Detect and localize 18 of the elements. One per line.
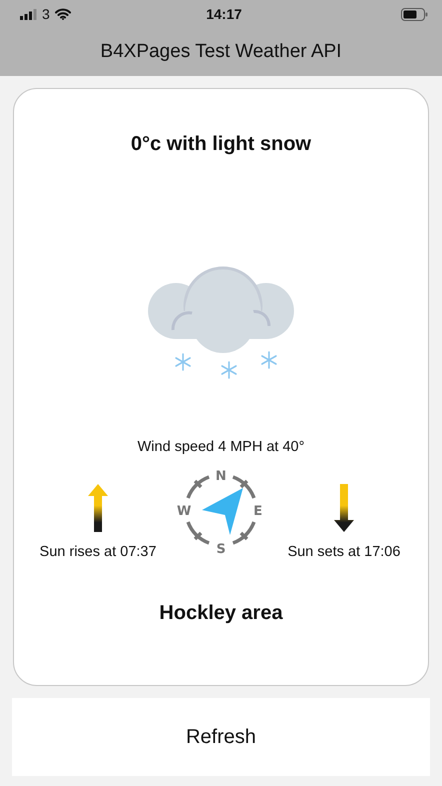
up-arrow-icon	[88, 484, 108, 532]
sunrise-time: Sun rises at 07:37	[40, 544, 156, 560]
compass-letter: E	[254, 504, 262, 519]
compass-letter: S	[216, 542, 226, 555]
app-title: B4XPages Test Weather API	[100, 41, 342, 63]
compass-letter: N	[216, 469, 226, 484]
down-arrow-icon	[334, 484, 354, 532]
weather-summary: 0°c with light snow	[130, 133, 312, 156]
sunset-time: Sun sets at 17:06	[288, 544, 400, 560]
signal-icon	[20, 8, 37, 20]
battery-icon	[401, 8, 428, 20]
clock-time: 14:17	[205, 6, 243, 22]
carrier-label: 3	[42, 6, 50, 22]
wind-speed: Wind speed 4 MPH at 40°	[138, 439, 304, 455]
area-name: Hockley area	[159, 602, 283, 625]
compass-letter: W	[176, 504, 192, 519]
refresh-button[interactable]: Refresh	[12, 698, 430, 776]
wifi-icon	[54, 8, 71, 20]
